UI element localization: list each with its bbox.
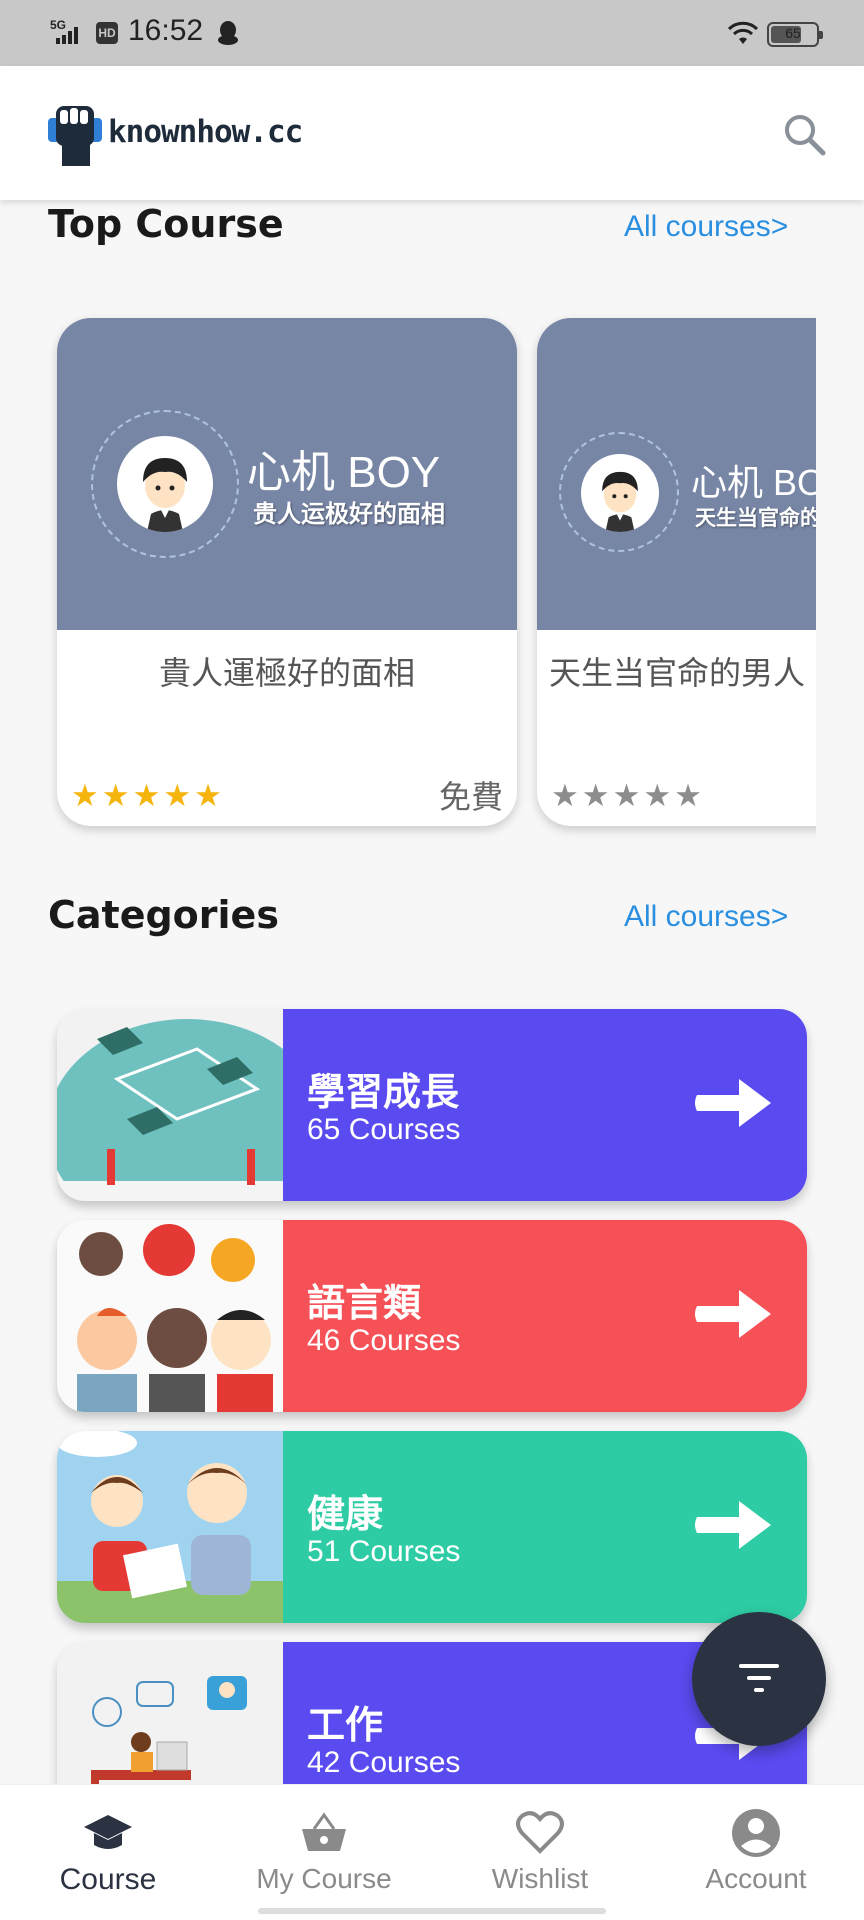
basket-icon [302,1812,346,1851]
categories-heading: Categories [48,893,279,937]
rating-stars: ★★★★★ [551,778,705,814]
course-thumbnail: 心机 BOY 天生当官命的 [537,318,816,630]
category-count: 42 Courses [307,1746,461,1779]
category-body: 學習成長 65 Courses [283,1009,807,1201]
logo-text: knownhow.cc [108,114,303,150]
app-header: knownhow.cc [0,66,864,200]
nav-label: Account [705,1863,807,1894]
nav-item-course[interactable]: Course [0,1785,216,1920]
arrow-right-icon [695,1501,771,1549]
hd-icon: HD [96,22,118,44]
category-name: 健康 [307,1492,384,1536]
course-thumbnail: 心机 BOY 贵人运极好的面相 [57,318,517,630]
bottom-navigation: Course My Course Wishlist Account [0,1784,864,1920]
battery-icon: 65 [767,22,823,47]
category-name: 工作 [307,1703,384,1747]
nav-item-account[interactable]: Account [648,1785,864,1920]
nav-item-wishlist[interactable]: Wishlist [432,1785,648,1920]
category-name: 語言類 [307,1281,422,1325]
wifi-icon [727,21,759,44]
top-course-carousel[interactable]: 心机 BOY 贵人运极好的面相 貴人運極好的面相 ★★★★★ 免費 心机 BOY… [0,300,816,840]
course-title: 天生当官命的男人 [549,654,806,692]
avatar [117,436,213,532]
top-course-all-link[interactable]: All courses> [624,210,788,244]
nav-label: Course [59,1863,157,1896]
svg-text:5G: 5G [50,18,66,32]
category-count: 65 Courses [307,1113,461,1146]
course-card[interactable]: 心机 BOY 天生当官命的 天生当官命的男人 ★★★★★ [537,318,816,826]
category-body: 語言類 46 Courses [283,1220,807,1412]
rating-stars: ★★★★★ [71,778,225,814]
categories-all-link[interactable]: All courses> [624,900,788,934]
account-circle-icon [732,1809,780,1857]
category-body: 健康 51 Courses [283,1431,807,1623]
top-course-heading: Top Course [48,202,284,246]
category-card-language[interactable]: 語言類 46 Courses [57,1220,807,1412]
category-card-health[interactable]: 健康 51 Courses [57,1431,807,1623]
course-title: 貴人運極好的面相 [158,654,415,692]
avatar [581,454,659,532]
category-image [57,1009,283,1201]
search-icon[interactable] [780,110,828,158]
status-bar: 5G HD 16:52 65 [0,0,864,66]
arrow-right-icon [695,1290,771,1338]
heart-icon [516,1811,564,1854]
course-price: 免費 [438,778,503,816]
category-image [57,1431,283,1623]
signal-icon: 5G [50,18,78,44]
course-card[interactable]: 心机 BOY 贵人运极好的面相 貴人運極好的面相 ★★★★★ 免費 [57,318,517,826]
logo-fist-icon [48,106,102,166]
nav-label: My Course [256,1863,392,1894]
category-image [57,1220,283,1412]
category-card-learning[interactable]: 學習成長 65 Courses [57,1009,807,1201]
qq-notification-icon [218,21,238,45]
arrow-right-icon [695,1079,771,1127]
category-name: 學習成長 [307,1070,460,1114]
nav-label: Wishlist [491,1863,589,1894]
status-time: 16:52 [128,14,204,47]
home-indicator [258,1908,606,1914]
nav-item-my-course[interactable]: My Course [216,1785,432,1920]
category-count: 51 Courses [307,1535,461,1568]
graduation-cap-icon [84,1815,132,1849]
filter-icon [739,1664,779,1692]
filter-button[interactable] [692,1612,826,1746]
category-count: 46 Courses [307,1324,461,1357]
